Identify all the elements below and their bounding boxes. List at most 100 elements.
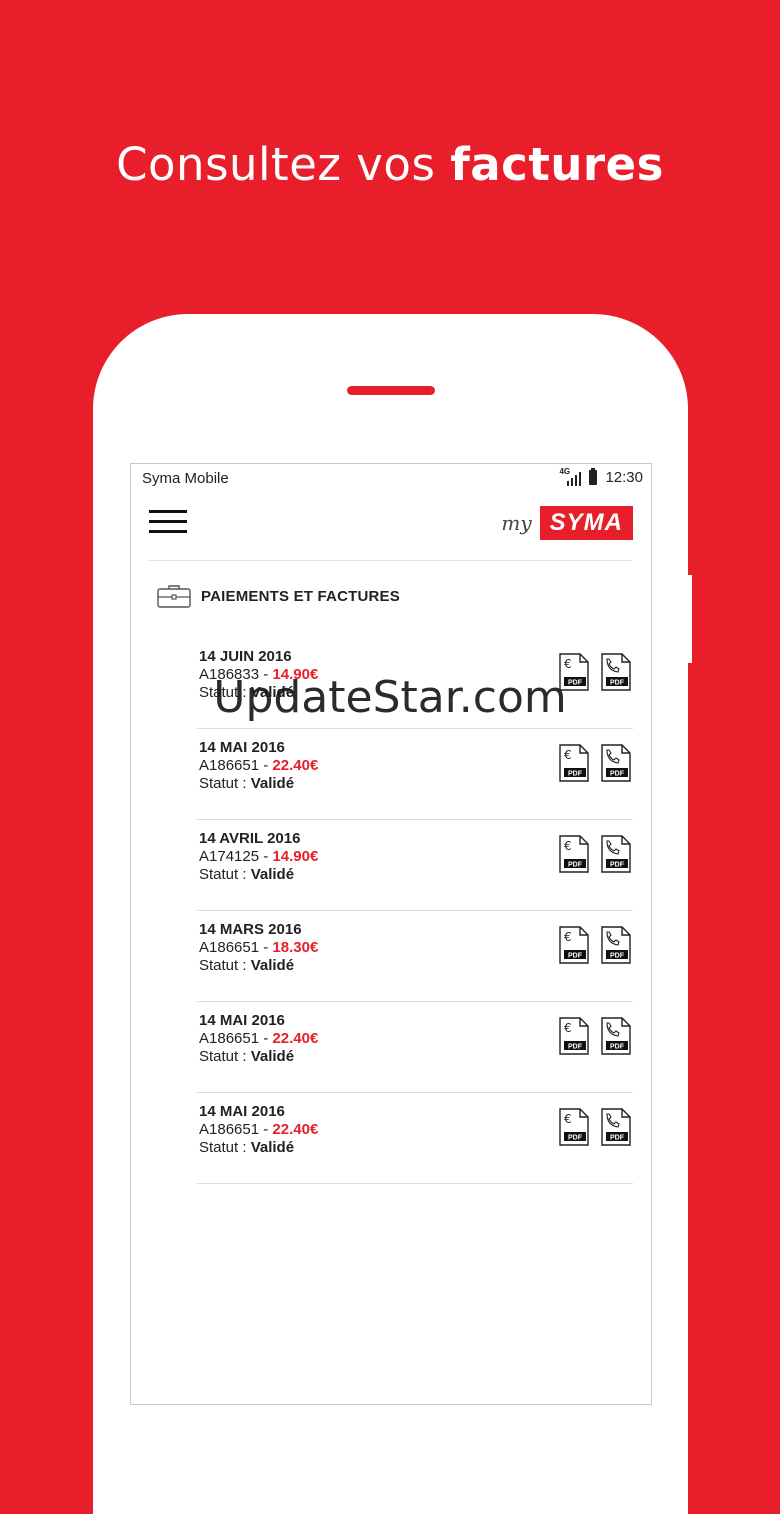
invoice-ref-line: A186833 - 14.90€ xyxy=(199,666,318,684)
phone-speaker xyxy=(347,386,435,395)
invoice-download-icons: PDF € PDF xyxy=(559,653,631,691)
invoice-date: 14 MAI 2016 xyxy=(199,1012,285,1029)
status-icons: 4G 12:30 xyxy=(559,467,643,486)
svg-text:PDF: PDF xyxy=(568,1135,583,1142)
invoice-ref: A186651 xyxy=(199,1121,260,1138)
invoice-ref-line: A186651 - 22.40€ xyxy=(199,1030,318,1048)
invoice-status: Validé xyxy=(250,866,295,883)
svg-text:PDF: PDF xyxy=(568,1044,583,1051)
svg-text:PDF: PDF xyxy=(568,680,583,687)
status-label: Statut : xyxy=(199,1139,251,1156)
phone-pdf-icon[interactable]: PDF xyxy=(601,744,631,782)
invoice-download-icons: PDF € PDF xyxy=(559,1017,631,1055)
invoice-status-line: Statut : Validé xyxy=(199,1048,318,1066)
invoice-sep: - xyxy=(259,1121,273,1138)
invoice-download-icons: PDF € PDF xyxy=(559,926,631,964)
invoice-ref: A186651 xyxy=(199,939,260,956)
euro-pdf-icon[interactable]: PDF € xyxy=(559,744,589,782)
status-label: Statut : xyxy=(199,957,251,974)
invoice-sep: - xyxy=(259,666,273,683)
invoice-details: 14 MAI 2016 A186651 - 22.40€ Statut : Vali… xyxy=(199,1012,318,1066)
invoice-status: Validé xyxy=(250,1048,295,1065)
svg-text:PDF: PDF xyxy=(568,771,583,778)
invoice-download-icons: PDF € PDF xyxy=(559,744,631,782)
invoice-amount: 22.40€ xyxy=(272,1030,319,1047)
invoice-status-line: Statut : Validé xyxy=(199,684,318,702)
invoice-status: Validé xyxy=(250,684,295,701)
euro-pdf-icon[interactable]: PDF € xyxy=(559,1017,589,1055)
invoice-row[interactable]: 14 MAI 2016 A186651 - 22.40€ Statut : Vali… xyxy=(197,729,633,820)
status-label: Statut : xyxy=(199,775,251,792)
invoice-amount: 18.30€ xyxy=(272,939,319,956)
invoice-row[interactable]: 14 JUIN 2016 A186833 - 14.90€ Statut : Val… xyxy=(197,638,633,729)
invoice-sep: - xyxy=(259,1030,273,1047)
status-time: 12:30 xyxy=(605,469,643,486)
phone-pdf-icon[interactable]: PDF xyxy=(601,835,631,873)
brand-logo: my SYMA xyxy=(501,506,633,540)
signal-icon: 4G xyxy=(559,467,582,486)
svg-text:€: € xyxy=(564,1021,572,1035)
invoice-row[interactable]: 14 MAI 2016 A186651 - 22.40€ Statut : Vali… xyxy=(197,1093,633,1184)
app-bar: my SYMA xyxy=(131,494,651,560)
svg-text:PDF: PDF xyxy=(568,953,583,960)
carrier-name: Syma Mobile xyxy=(142,470,229,487)
invoice-status-line: Statut : Validé xyxy=(199,957,318,975)
hamburger-menu-icon[interactable] xyxy=(149,510,187,536)
invoice-details: 14 AVRIL 2016 A174125 - 14.90€ Statut : Va… xyxy=(199,830,318,884)
status-label: Statut : xyxy=(199,684,251,701)
invoice-ref: A186651 xyxy=(199,1030,260,1047)
svg-text:€: € xyxy=(564,839,572,853)
svg-text:PDF: PDF xyxy=(610,771,625,778)
svg-text:€: € xyxy=(564,657,572,671)
phone-pdf-icon[interactable]: PDF xyxy=(601,653,631,691)
euro-pdf-icon[interactable]: PDF € xyxy=(559,1108,589,1146)
headline-bold: factures xyxy=(450,138,664,191)
invoice-list: 14 JUIN 2016 A186833 - 14.90€ Statut : Val… xyxy=(197,638,633,1184)
invoice-amount: 14.90€ xyxy=(272,848,319,865)
invoice-ref-line: A174125 - 14.90€ xyxy=(199,848,318,866)
euro-pdf-icon[interactable]: PDF € xyxy=(559,926,589,964)
invoice-details: 14 MAI 2016 A186651 - 22.40€ Statut : Vali… xyxy=(199,739,318,793)
invoice-date: 14 MAI 2016 xyxy=(199,739,285,756)
invoice-row[interactable]: 14 MARS 2016 A186651 - 18.30€ Statut : Val… xyxy=(197,911,633,1002)
invoice-sep: - xyxy=(259,757,273,774)
invoice-date: 14 AVRIL 2016 xyxy=(199,830,301,847)
status-label: Statut : xyxy=(199,1048,251,1065)
phone-pdf-icon[interactable]: PDF xyxy=(601,1108,631,1146)
invoice-row[interactable]: 14 AVRIL 2016 A174125 - 14.90€ Statut : Va… xyxy=(197,820,633,911)
svg-text:PDF: PDF xyxy=(610,680,625,687)
svg-text:€: € xyxy=(564,1112,572,1126)
header-divider xyxy=(149,560,632,561)
invoice-ref: A186833 xyxy=(199,666,260,683)
svg-text:PDF: PDF xyxy=(610,953,625,960)
invoice-sep: - xyxy=(259,848,273,865)
promo-headline: Consultez vos factures xyxy=(0,138,780,191)
phone-pdf-icon[interactable]: PDF xyxy=(601,1017,631,1055)
invoice-status-line: Statut : Validé xyxy=(199,1139,318,1157)
invoice-sep: - xyxy=(259,939,273,956)
battery-icon xyxy=(589,468,598,485)
invoice-details: 14 MARS 2016 A186651 - 18.30€ Statut : Val… xyxy=(199,921,318,975)
app-screen: Syma Mobile 4G 12:30 my SYMA PAIEMENTS E… xyxy=(130,463,652,1405)
svg-text:€: € xyxy=(564,930,572,944)
status-bar: Syma Mobile 4G 12:30 xyxy=(131,464,651,494)
svg-text:€: € xyxy=(564,748,572,762)
phone-pdf-icon[interactable]: PDF xyxy=(601,926,631,964)
phone-side-button xyxy=(686,575,692,663)
svg-text:PDF: PDF xyxy=(610,862,625,869)
status-label: Statut : xyxy=(199,866,251,883)
invoice-status-line: Statut : Validé xyxy=(199,775,318,793)
invoice-download-icons: PDF € PDF xyxy=(559,1108,631,1146)
section-header: PAIEMENTS ET FACTURES xyxy=(157,584,400,608)
invoice-amount: 22.40€ xyxy=(272,1121,319,1138)
euro-pdf-icon[interactable]: PDF € xyxy=(559,653,589,691)
invoice-row[interactable]: 14 MAI 2016 A186651 - 22.40€ Statut : Vali… xyxy=(197,1002,633,1093)
euro-pdf-icon[interactable]: PDF € xyxy=(559,835,589,873)
invoice-ref-line: A186651 - 22.40€ xyxy=(199,757,318,775)
invoice-date: 14 JUIN 2016 xyxy=(199,648,292,665)
invoice-status: Validé xyxy=(250,1139,295,1156)
invoice-date: 14 MARS 2016 xyxy=(199,921,302,938)
invoice-ref: A174125 xyxy=(199,848,260,865)
headline-regular: Consultez vos xyxy=(116,138,451,191)
invoice-ref: A186651 xyxy=(199,757,260,774)
